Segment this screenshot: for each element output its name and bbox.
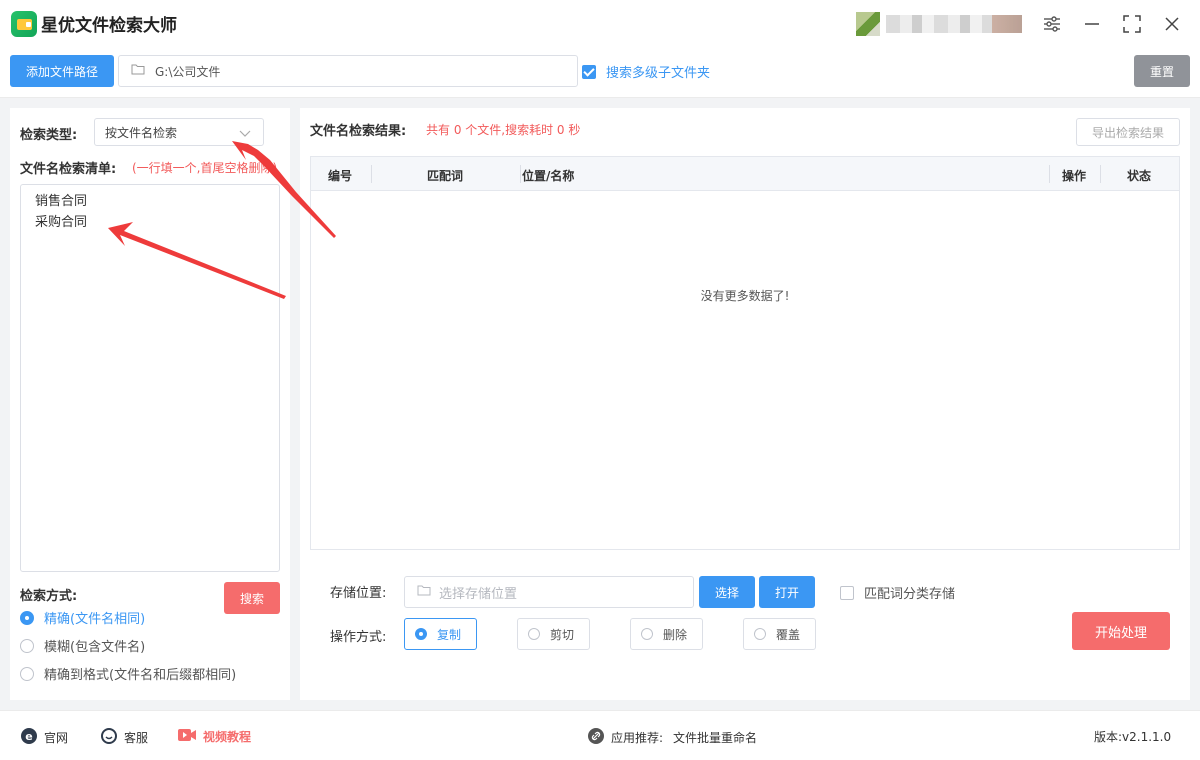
op-copy-radio[interactable]: 复制 <box>404 618 477 650</box>
status-bar: e 官网 客服 视频教程 应用推荐: 文件批量重命名 版本:v2.1.1.0 <box>0 710 1200 760</box>
open-location-button[interactable]: 打开 <box>759 576 815 608</box>
search-button[interactable]: 搜索 <box>224 582 280 614</box>
radio-unchecked-icon[interactable] <box>20 666 34 681</box>
website-link[interactable]: e 官网 <box>20 727 68 748</box>
recommendation[interactable]: 应用推荐: 文件批量重命名 <box>587 727 757 748</box>
version-label: 版本: <box>1094 730 1123 744</box>
close-icon[interactable] <box>1160 12 1184 36</box>
avatar[interactable] <box>856 12 880 36</box>
link-icon <box>587 727 605 748</box>
path-input[interactable]: G:\公司文件 <box>118 55 578 87</box>
app-title: 星优文件检索大师 <box>41 16 177 36</box>
search-type-select[interactable]: 按文件名检索 <box>94 118 264 146</box>
path-bar: 添加文件路径 G:\公司文件 搜索多级子文件夹 重置 <box>0 48 1200 98</box>
store-label: 存储位置: <box>330 586 387 601</box>
subfolder-label: 搜索多级子文件夹 <box>606 66 711 81</box>
settings-sliders-icon[interactable] <box>1040 12 1064 36</box>
recommend-label: 应用推荐: <box>611 731 664 745</box>
empty-message: 没有更多数据了! <box>700 289 790 303</box>
type-label: 检索类型: <box>20 128 78 143</box>
col-status: 状态 <box>1127 169 1152 183</box>
list-label: 文件名检索清单: <box>20 162 117 177</box>
mode-exact-label: 精确(文件名相同) <box>44 612 146 627</box>
classify-label: 匹配词分类存储 <box>864 587 956 602</box>
radio-unchecked-icon[interactable] <box>528 628 540 640</box>
op-cut-radio[interactable]: 剪切 <box>517 618 590 650</box>
radio-unchecked-icon[interactable] <box>754 628 766 640</box>
checkbox-checked-icon[interactable] <box>582 64 596 79</box>
video-label: 视频教程 <box>203 730 252 744</box>
op-delete-radio[interactable]: 删除 <box>630 618 703 650</box>
col-match-word: 匹配词 <box>427 169 464 183</box>
search-type-value: 按文件名检索 <box>105 125 178 140</box>
col-operation: 操作 <box>1062 169 1087 183</box>
col-divider <box>1049 165 1050 183</box>
mode-fuzzy-label: 模糊(包含文件名) <box>44 640 146 655</box>
service-label: 客服 <box>124 731 149 745</box>
mode-format-radio[interactable]: 精确到格式(文件名和后缀都相同) <box>20 664 236 683</box>
results-table: 编号 匹配词 位置/名称 操作 状态 没有更多数据了! <box>310 156 1180 550</box>
version-value: v2.1.1.0 <box>1122 730 1172 744</box>
store-placeholder: 选择存储位置 <box>439 586 518 602</box>
col-divider <box>520 165 521 183</box>
path-value: G:\公司文件 <box>155 64 221 79</box>
mode-label: 检索方式: <box>20 589 78 604</box>
radio-unchecked-icon[interactable] <box>20 638 34 653</box>
result-label: 文件名检索结果: <box>310 124 407 139</box>
choose-location-button[interactable]: 选择 <box>699 576 755 608</box>
video-tutorial-link[interactable]: 视频教程 <box>177 727 251 746</box>
table-header: 编号 匹配词 位置/名称 操作 状态 <box>311 157 1179 191</box>
maximize-icon[interactable] <box>1120 12 1144 36</box>
col-number: 编号 <box>328 169 353 183</box>
search-config-panel: 检索类型: 按文件名检索 文件名检索清单: (一行填一个,首尾空格删除) 销售合… <box>10 108 290 700</box>
subfolder-checkbox[interactable]: 搜索多级子文件夹 <box>582 62 710 81</box>
op-delete-label: 删除 <box>663 627 688 642</box>
video-icon <box>177 727 197 746</box>
col-location: 位置/名称 <box>522 169 575 183</box>
op-label: 操作方式: <box>330 630 387 645</box>
radio-unchecked-icon[interactable] <box>641 628 653 640</box>
radio-checked-icon[interactable] <box>20 610 34 625</box>
col-divider <box>371 165 372 183</box>
title-bar: 星优文件检索大师 <box>0 0 1200 48</box>
col-divider <box>1100 165 1101 183</box>
list-item: 销售合同 <box>35 194 88 209</box>
mode-fuzzy-radio[interactable]: 模糊(包含文件名) <box>20 636 145 655</box>
ie-icon: e <box>20 727 38 748</box>
app-logo <box>11 11 37 37</box>
filename-list-textarea[interactable]: 销售合同 采购合同 <box>20 184 280 572</box>
op-overwrite-radio[interactable]: 覆盖 <box>743 618 816 650</box>
version: 版本:v2.1.1.0 <box>1094 728 1171 745</box>
op-copy-label: 复制 <box>437 627 462 642</box>
op-overwrite-label: 覆盖 <box>776 627 801 642</box>
service-link[interactable]: 客服 <box>100 727 148 748</box>
chevron-down-icon <box>239 127 251 141</box>
checkbox-unchecked-icon[interactable] <box>840 585 854 600</box>
result-summary: 共有 0 个文件,搜索耗时 0 秒 <box>426 123 581 137</box>
list-item: 采购合同 <box>35 215 88 230</box>
export-results-button[interactable]: 导出检索结果 <box>1076 118 1180 146</box>
add-file-path-button[interactable]: 添加文件路径 <box>10 55 114 87</box>
recommend-value[interactable]: 文件批量重命名 <box>673 729 757 746</box>
radio-checked-icon[interactable] <box>415 628 427 640</box>
folder-icon <box>131 63 145 79</box>
mode-format-label: 精确到格式(文件名和后缀都相同) <box>44 668 237 683</box>
svg-text:e: e <box>25 730 32 743</box>
website-label: 官网 <box>44 731 69 745</box>
reset-button[interactable]: 重置 <box>1134 55 1190 87</box>
results-panel: 文件名检索结果: 共有 0 个文件,搜索耗时 0 秒 导出检索结果 编号 匹配词… <box>300 108 1190 700</box>
store-location-input[interactable]: 选择存储位置 <box>404 576 694 608</box>
op-cut-label: 剪切 <box>550 627 575 642</box>
folder-icon <box>417 584 431 600</box>
user-name-blurred <box>886 15 1022 33</box>
start-processing-button[interactable]: 开始处理 <box>1072 612 1170 650</box>
classify-checkbox[interactable]: 匹配词分类存储 <box>840 583 955 602</box>
chat-icon <box>100 727 118 748</box>
mode-exact-radio[interactable]: 精确(文件名相同) <box>20 608 145 627</box>
minimize-icon[interactable] <box>1080 12 1104 36</box>
list-hint: (一行填一个,首尾空格删除) <box>132 161 278 175</box>
